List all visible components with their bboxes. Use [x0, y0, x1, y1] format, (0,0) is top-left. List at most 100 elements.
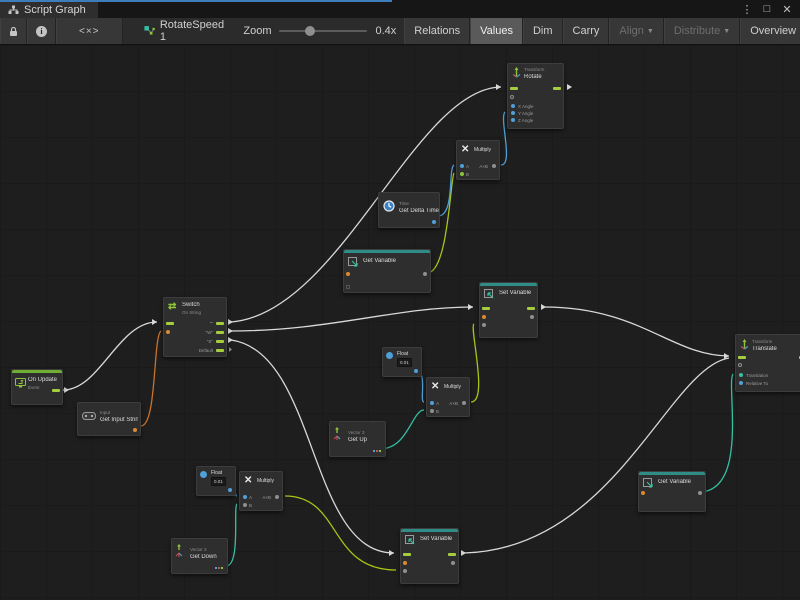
- window-titlebar: Script Graph ⋮ □ ✕: [0, 0, 800, 18]
- translation-label: Translation: [746, 373, 768, 378]
- clock-icon: [383, 200, 395, 212]
- zoom-slider[interactable]: [279, 30, 367, 32]
- align-button[interactable]: Align ▼: [609, 18, 663, 44]
- node-multiply-mid[interactable]: ✕ Multiply A A×B B: [426, 377, 470, 417]
- node-get-variable-bottom[interactable]: Get Variable: [638, 471, 706, 512]
- node-get-up[interactable]: Vector 3 Get Up: [329, 421, 386, 457]
- translation-in-port[interactable]: [739, 373, 743, 377]
- info-button[interactable]: i: [27, 18, 56, 44]
- flow-in-port[interactable]: [482, 307, 490, 310]
- variable-kind-icon[interactable]: [346, 285, 350, 289]
- value-out-port[interactable]: [423, 272, 427, 276]
- graph-canvas[interactable]: On Update Event Input Get Input String ⇄…: [0, 45, 800, 600]
- b-in-port[interactable]: [430, 409, 434, 413]
- carry-button[interactable]: Carry: [563, 18, 610, 44]
- zoom-slider-handle[interactable]: [305, 26, 315, 36]
- distribute-button[interactable]: Distribute ▼: [664, 18, 740, 44]
- node-float-bottom[interactable]: Float 0.01: [196, 466, 236, 496]
- name-in-port[interactable]: [346, 272, 350, 276]
- flow-in-port[interactable]: [738, 356, 746, 359]
- z-angle-label: Z Angle: [518, 118, 533, 123]
- node-float-mid[interactable]: Float 0.01: [382, 347, 422, 377]
- target-in-port[interactable]: [738, 363, 742, 367]
- a-label: A: [466, 164, 469, 169]
- b-in-port[interactable]: [460, 172, 464, 176]
- flow-in-port[interactable]: [403, 553, 411, 556]
- vector3-out-port[interactable]: [215, 567, 223, 569]
- value-in-port[interactable]: [403, 569, 407, 573]
- node-set-variable-mid[interactable]: Set Variable: [479, 282, 538, 338]
- product-out-port[interactable]: [275, 495, 279, 499]
- dim-label: Dim: [533, 25, 553, 37]
- case-label: "W": [206, 330, 213, 335]
- dim-button[interactable]: Dim: [523, 18, 563, 44]
- vector3-up-icon: [333, 427, 345, 441]
- node-multiply-top[interactable]: ✕ Multiply A A×B B: [456, 140, 500, 180]
- node-on-update[interactable]: On Update Event: [11, 369, 63, 405]
- relations-button[interactable]: Relations: [404, 18, 470, 44]
- node-title: Set Variable: [499, 290, 531, 296]
- b-in-port[interactable]: [243, 503, 247, 507]
- value-out-port[interactable]: [530, 315, 534, 319]
- float-value-field[interactable]: 0.01: [397, 358, 412, 367]
- float-out-port[interactable]: [228, 488, 232, 492]
- string-in-port[interactable]: [166, 330, 170, 334]
- y-angle-in-port[interactable]: [511, 111, 515, 115]
- arrowhead: [541, 304, 546, 310]
- flow-in-port[interactable]: [166, 322, 174, 325]
- name-in-port[interactable]: [403, 561, 407, 565]
- vector3-out-port[interactable]: [373, 450, 381, 452]
- node-translate[interactable]: Transform Translate Translation Relative…: [735, 334, 800, 392]
- flow-out-port[interactable]: [216, 322, 224, 325]
- node-title: Translate: [752, 346, 777, 352]
- z-angle-in-port[interactable]: [511, 118, 515, 122]
- relative-to-in-port[interactable]: [739, 381, 743, 385]
- code-view-button[interactable]: <×>: [56, 18, 123, 44]
- float-out-port[interactable]: [414, 369, 418, 373]
- node-rotate[interactable]: Transform Rotate X Angle Y Angle Z Angle: [507, 63, 564, 129]
- a-in-port[interactable]: [430, 401, 434, 405]
- flow-out-port[interactable]: [216, 349, 224, 352]
- name-in-port[interactable]: [641, 491, 645, 495]
- node-get-input-string[interactable]: Input Get Input String: [77, 402, 141, 436]
- lock-button[interactable]: [0, 18, 27, 44]
- a-in-port[interactable]: [460, 164, 464, 168]
- maximize-icon[interactable]: □: [759, 3, 775, 15]
- node-set-variable-bottom[interactable]: Set Variable: [400, 528, 459, 584]
- product-out-port[interactable]: [492, 164, 496, 168]
- string-out-port[interactable]: [133, 428, 137, 432]
- value-out-port[interactable]: [698, 491, 702, 495]
- flow-out-port[interactable]: [216, 340, 224, 343]
- node-multiply-bottom[interactable]: ✕ Multiply A A×B B: [239, 471, 283, 511]
- value-in-port[interactable]: [482, 323, 486, 327]
- arrowhead: [64, 387, 69, 393]
- node-switch-on-string[interactable]: ⇄ Switch On String "" "W" "S" Default: [163, 297, 227, 357]
- name-in-port[interactable]: [482, 315, 486, 319]
- flow-out-port[interactable]: [553, 87, 561, 90]
- flow-out-port[interactable]: [527, 307, 535, 310]
- transform-icon: [740, 339, 749, 350]
- flow-in-port[interactable]: [510, 87, 518, 90]
- a-in-port[interactable]: [243, 495, 247, 499]
- product-out-port[interactable]: [462, 401, 466, 405]
- multiply-icon: ✕: [461, 145, 469, 155]
- node-get-delta-time[interactable]: Time Get Delta Time: [378, 192, 440, 228]
- x-angle-in-port[interactable]: [511, 104, 515, 108]
- target-in-port[interactable]: [510, 95, 514, 99]
- window-menu-icon[interactable]: ⋮: [739, 3, 755, 16]
- values-button[interactable]: Values: [470, 18, 523, 44]
- close-icon[interactable]: ✕: [779, 3, 795, 16]
- graph-asset-chip[interactable]: RotateSpeed 1: [134, 18, 235, 44]
- node-get-down[interactable]: Vector 3 Get Down: [171, 538, 228, 574]
- overview-button[interactable]: Overview: [740, 18, 800, 44]
- tab-script-graph[interactable]: Script Graph: [0, 0, 98, 18]
- flow-out-port[interactable]: [448, 553, 456, 556]
- out-label: A×B: [449, 401, 458, 406]
- flow-out-port[interactable]: [216, 331, 224, 334]
- zoom-control: Zoom 0.4x: [235, 18, 404, 44]
- float-value-field[interactable]: 0.01: [211, 477, 226, 486]
- node-get-variable-top[interactable]: Get Variable: [343, 249, 431, 293]
- value-out-port[interactable]: [451, 561, 455, 565]
- float-out-port[interactable]: [432, 220, 436, 224]
- flow-out-port[interactable]: [52, 389, 60, 392]
